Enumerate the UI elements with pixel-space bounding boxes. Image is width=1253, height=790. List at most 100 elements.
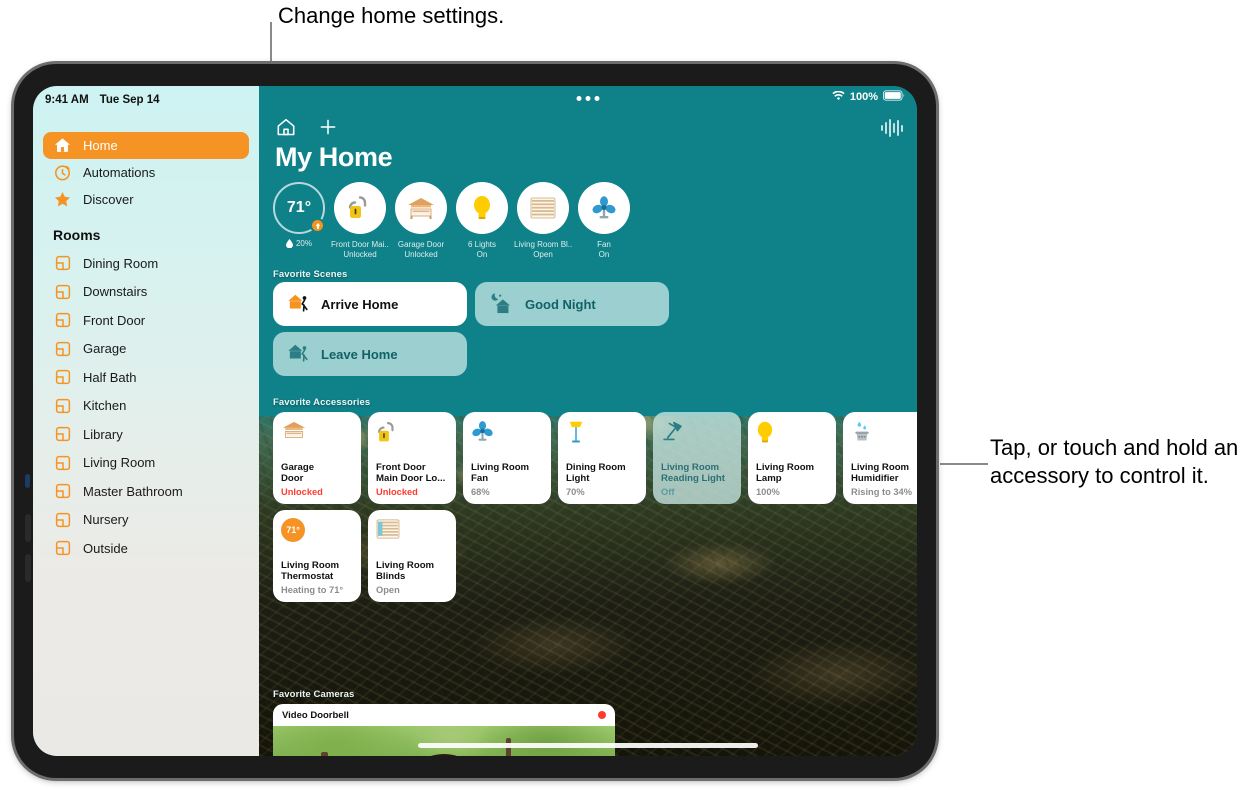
accessory-name-line2: Fan [471,473,489,485]
callout-tap-accessory: Tap, or touch and hold an accessory to c… [990,435,1239,488]
room-icon [53,425,72,444]
scene-label: Good Night [525,296,596,312]
sidebar-item-label: Dining Room [83,255,159,271]
sidebar-item-kitchen[interactable]: Kitchen [43,392,249,421]
unlocked-padlock-icon [334,182,386,234]
room-icon [53,368,72,387]
sidebar-item-home[interactable]: Home [43,132,249,159]
house-leave-icon [287,342,311,367]
accessory-text: Living Room Reading Light Off [661,462,733,497]
sidebar-item-discover[interactable]: Discover [43,186,249,213]
house-outline-icon[interactable] [275,116,297,138]
lightbulb-icon [456,182,508,234]
star-icon [53,190,72,209]
floor-lamp-icon [566,420,638,446]
accessory-name-line2: Light [566,473,590,485]
accessory-living-room-lamp[interactable]: Living Room Lamp 100% [748,412,836,504]
sidebar-item-library[interactable]: Library [43,420,249,449]
three-dots-icon[interactable] [576,96,600,101]
accessory-dining-room-light[interactable]: Dining Room Light 70% [558,412,646,504]
accessory-text: Living Room Blinds Open [376,560,448,595]
room-icon [53,311,72,330]
fan-icon [471,420,543,446]
favorite-scenes-header: Favorite Scenes [273,269,348,280]
status-tile-fan[interactable]: Fan On [578,182,630,260]
room-icon [53,339,72,358]
sidebar-item-half-bath[interactable]: Half Bath [43,363,249,392]
humidity-readout: 20% [286,239,312,248]
accessory-living-room-reading-light[interactable]: Living Room Reading Light Off [653,412,741,504]
status-date: Tue Sep 14 [99,94,160,106]
sidebar-item-nursery[interactable]: Nursery [43,506,249,535]
desk-lamp-icon [661,420,733,446]
accessory-living-room-humidifier[interactable]: Living Room Humidifier Rising to 34% [843,412,917,504]
tile-line2: On [598,250,610,259]
sidebar-item-garage[interactable]: Garage [43,335,249,364]
volume-up-button[interactable] [25,514,31,542]
accessory-front-door-lock[interactable]: Front Door Main Door Lo... Unlocked [368,412,456,504]
accessory-living-room-blinds[interactable]: Living Room Blinds Open [368,510,456,602]
tile-line2: On [476,250,488,259]
sidebar-item-label: Home [83,138,118,153]
favorite-accessories-header: Favorite Accessories [273,397,371,408]
main-content: 100% My Home 71° 20% Front Door Mai... U… [259,86,917,756]
volume-down-button[interactable] [25,554,31,582]
status-tile-blinds[interactable]: Living Room Bl... Open [514,182,572,260]
battery-icon [883,90,905,104]
accessory-living-room-fan[interactable]: Living Room Fan 68% [463,412,551,504]
accessory-text: Garage Door Unlocked [281,462,353,497]
ipad-device-frame: 9:41 AM Tue Sep 14 Home Automations Disc… [14,64,936,778]
status-tile-label: Living Room Bl... Open [514,240,572,260]
home-indicator[interactable] [418,743,758,748]
sidebar-item-downstairs[interactable]: Downstairs [43,278,249,307]
droplet-icon [286,239,293,248]
sidebar-item-master-bathroom[interactable]: Master Bathroom [43,477,249,506]
tile-line2: Open [533,250,553,259]
sidebar-item-outside[interactable]: Outside [43,534,249,563]
accessory-name-line2: Door [281,473,304,485]
camera-label: Video Doorbell [282,709,349,721]
room-icon [53,482,72,501]
humidifier-icon [851,420,917,446]
accessory-text: Dining Room Light 70% [566,462,638,497]
status-tile-lights[interactable]: 6 Lights On [456,182,508,260]
waveform-icon[interactable] [881,118,903,138]
battery-percent: 100% [849,91,878,103]
plus-icon[interactable] [317,116,339,138]
status-tile-garage-door[interactable]: Garage Door Unlocked [395,182,447,260]
accessory-name-line2: Main Door Lo... [376,473,446,485]
sidebar-item-dining-room[interactable]: Dining Room [43,249,249,278]
room-icon [53,510,72,529]
clock-icon [53,163,72,182]
status-tile-climate[interactable]: 71° 20% [273,182,325,260]
scene-arrive-home[interactable]: Arrive Home [273,282,467,326]
room-icon [53,254,72,273]
status-tile-label: Front Door Mai... Unlocked [331,240,389,260]
status-tile-front-door-lock[interactable]: Front Door Mai... Unlocked [331,182,389,260]
accessory-garage-door[interactable]: Garage Door Unlocked [273,412,361,504]
tile-line2: Unlocked [343,250,377,259]
sidebar-item-automations[interactable]: Automations [43,159,249,186]
scene-good-night[interactable]: Good Night [475,282,669,326]
accessory-status: Rising to 34% [851,487,912,497]
heating-badge-icon [310,218,325,233]
hair [400,754,488,756]
accessory-status: 100% [756,487,780,497]
sidebar-item-front-door[interactable]: Front Door [43,306,249,335]
house-icon [53,136,72,155]
lightbulb-icon [756,420,828,446]
ios-status-bar: 9:41 AM Tue Sep 14 [33,86,259,114]
camera-live-feed[interactable] [273,726,615,756]
accessory-living-room-thermostat[interactable]: 71° Living Room Thermostat Heating to 71… [273,510,361,602]
tile-line2: Unlocked [404,250,438,259]
sidebar-item-living-room[interactable]: Living Room [43,449,249,478]
house-arrive-icon [287,292,311,317]
thermostat-badge-value: 71° [281,518,305,542]
camera-card-video-doorbell[interactable]: Video Doorbell [273,704,615,756]
accessory-text: Living Room Humidifier Rising to 34% [851,462,917,497]
accessory-status: Unlocked [281,487,323,497]
record-dot-icon [598,711,606,719]
accessory-name-line1: Living Room [471,461,530,473]
accessory-name-line2: Humidifier [851,473,899,485]
scene-leave-home[interactable]: Leave Home [273,332,467,376]
